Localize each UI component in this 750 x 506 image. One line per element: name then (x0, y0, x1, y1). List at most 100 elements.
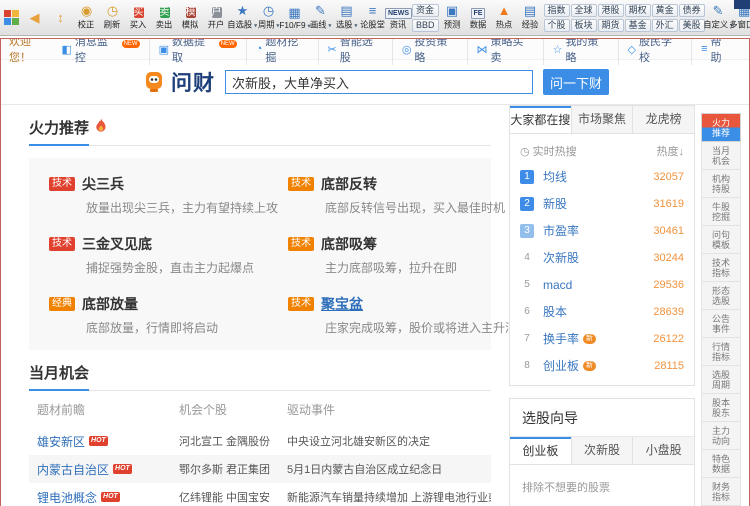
index-stock-button[interactable]: 指数个股 (544, 1, 570, 34)
refresh-button[interactable]: ◷刷新 (100, 1, 125, 34)
forecast-button[interactable]: ▣预测 (440, 1, 465, 34)
investor-school-icon: ◇ (628, 43, 636, 56)
sell-button[interactable]: 卖卖出 (152, 1, 177, 34)
strip-tab-10[interactable]: 股本股东 (701, 394, 741, 422)
index-stock-button-bottom[interactable]: 个股 (544, 19, 570, 32)
welcome-item-theme-mining[interactable]: ◔题材挖掘 (246, 38, 318, 65)
welcome-item-invest-strategy[interactable]: ◎投资策略 (392, 38, 467, 65)
hot-keyword[interactable]: 均线 (543, 168, 567, 185)
theme-text[interactable]: 雄安新区 (37, 433, 85, 450)
ask-wencai-button[interactable]: 问一下财 (543, 69, 609, 95)
funds-bbd-button-bottom[interactable]: BBD (412, 19, 439, 32)
hot-keyword[interactable]: 股本 (543, 303, 567, 320)
huoli-badge: 技术 (288, 177, 314, 191)
correct-button[interactable]: ◉校正 (74, 1, 99, 34)
strip-tab-12[interactable]: 特色数据 (701, 450, 741, 478)
huoli-item-title[interactable]: 尖三兵 (82, 174, 124, 194)
hk-futures-button-bottom[interactable]: 期货 (598, 19, 624, 32)
tab-wizard-2[interactable]: 小盘股 (632, 437, 694, 464)
bonds-us-button-top[interactable]: 债券 (679, 4, 705, 17)
hot-keyword[interactable]: 创业板 (543, 357, 579, 374)
experience-button[interactable]: ▤经验 (518, 1, 543, 34)
scroll-buttons[interactable]: ↕ (48, 1, 73, 34)
huoli-item-title[interactable]: 三金叉见底 (82, 234, 152, 254)
gold-forex-button[interactable]: 黄金外汇 (652, 1, 678, 34)
options-funds-button-bottom[interactable]: 基金 (625, 19, 651, 32)
global-sector-button-bottom[interactable]: 板块 (571, 19, 597, 32)
period-button[interactable]: ◷周期 ▾ (256, 1, 281, 34)
welcome-item-data-extract[interactable]: ▣数据提取NEW (149, 38, 246, 65)
welcome-item-message-monitor[interactable]: ◧消息监控NEW (52, 38, 148, 65)
strip-tab-4[interactable]: 问句模板 (701, 226, 741, 254)
hk-futures-button-top[interactable]: 港股 (598, 4, 624, 17)
f10-f9-button[interactable]: ▦F10/F9 ▾ (282, 1, 307, 34)
tab-hot-1[interactable]: 市场聚焦 (571, 106, 633, 133)
open-account-button[interactable]: 户开户 (204, 1, 229, 34)
strip-tab-0[interactable]: 火力推荐 (701, 113, 741, 142)
strip-tab-11[interactable]: 主力动向 (701, 422, 741, 450)
theme-text[interactable]: 锂电池概念 (37, 489, 97, 506)
watchlist-button[interactable]: ★自选股 ▾ (230, 1, 255, 34)
strip-tab-9[interactable]: 选股周期 (701, 366, 741, 394)
welcome-item-investor-school[interactable]: ◇股民学校 (618, 38, 692, 65)
index-stock-button-top[interactable]: 指数 (544, 4, 570, 17)
huoli-item-title[interactable]: 底部放量 (82, 294, 138, 314)
hot-keyword[interactable]: 换手率 (543, 330, 579, 347)
stocks-cell[interactable]: 亿纬锂能 中国宝安 (179, 489, 287, 505)
hotspot-button[interactable]: ▲热点 (492, 1, 517, 34)
tab-wizard-0[interactable]: 创业板 (510, 437, 571, 464)
strip-tab-13[interactable]: 财务指标 (701, 478, 741, 506)
welcome-item-smart-pick[interactable]: ✂智能选股 (318, 38, 392, 65)
funds-bbd-button-top[interactable]: 资金 (412, 4, 439, 17)
tab-hot-0[interactable]: 大家都在搜 (510, 106, 571, 133)
welcome-item-help[interactable]: ≡帮助 (691, 38, 741, 65)
strip-tab-1[interactable]: 当月机会 (701, 142, 741, 170)
customize-button[interactable]: ✎自定义 ▾ (706, 1, 731, 34)
funds-bbd-button[interactable]: 资金 BBD (412, 1, 439, 34)
bonds-us-button-bottom[interactable]: 美股 (679, 19, 705, 32)
options-funds-button[interactable]: 期权基金 (625, 1, 651, 34)
draw-line-button[interactable]: ✎画线 ▾ (308, 1, 333, 34)
global-sector-button[interactable]: 全球板块 (571, 1, 597, 34)
hot-keyword[interactable]: 市盈率 (543, 222, 579, 239)
stock-pick-button[interactable]: ▤选股 ▾ (334, 1, 359, 34)
strip-tab-2[interactable]: 机构持股 (701, 170, 741, 198)
forum-button[interactable]: ≡论股堂 (360, 1, 385, 34)
buy-button[interactable]: 买买入 (126, 1, 151, 34)
theme-link[interactable]: 雄安新区HOT (37, 433, 179, 450)
simulate-button[interactable]: 模模拟 (178, 1, 203, 34)
hot-keyword[interactable]: 新股 (543, 195, 567, 212)
strip-tab-line2: 周期 (712, 380, 730, 390)
tab-hot-2[interactable]: 龙虎榜 (632, 106, 694, 133)
gold-forex-button-bottom[interactable]: 外汇 (652, 19, 678, 32)
back-button[interactable]: ◀ (22, 1, 47, 34)
strip-tab-7[interactable]: 公告事件 (701, 310, 741, 338)
strip-tab-6[interactable]: 形态选股 (701, 282, 741, 310)
options-funds-button-top[interactable]: 期权 (625, 4, 651, 17)
search-input[interactable] (225, 70, 533, 94)
hot-keyword[interactable]: 次新股 (543, 249, 579, 266)
stocks-cell[interactable]: 河北宣工 金隅股份 (179, 433, 287, 449)
heat-sort[interactable]: 热度↓ (657, 143, 685, 159)
data-button[interactable]: FE数据 (466, 1, 491, 34)
hot-keyword[interactable]: macd (543, 278, 572, 292)
strip-tab-5[interactable]: 技术指标 (701, 254, 741, 282)
strip-tab-3[interactable]: 牛股挖掘 (701, 198, 741, 226)
global-sector-button-top[interactable]: 全球 (571, 4, 597, 17)
welcome-item-my-strategy[interactable]: ☆我的策略 (543, 38, 618, 65)
huoli-item-title[interactable]: 聚宝盆 (321, 294, 363, 314)
theme-link[interactable]: 锂电池概念HOT (37, 489, 179, 506)
app-logo[interactable] (4, 10, 19, 26)
welcome-item-strategy-trade[interactable]: ⋈策略买卖 (467, 38, 543, 65)
tab-wizard-1[interactable]: 次新股 (571, 437, 633, 464)
huoli-item-title[interactable]: 底部反转 (321, 174, 377, 194)
theme-link[interactable]: 内蒙古自治区HOT (37, 461, 179, 478)
strip-tab-8[interactable]: 行情指标 (701, 338, 741, 366)
stocks-cell[interactable]: 鄂尔多斯 君正集团 (179, 461, 287, 477)
hk-futures-button[interactable]: 港股期货 (598, 1, 624, 34)
news-button[interactable]: NEWS资讯 (386, 1, 411, 34)
gold-forex-button-top[interactable]: 黄金 (652, 4, 678, 17)
huoli-item-title[interactable]: 底部吸筹 (321, 234, 377, 254)
bonds-us-button[interactable]: 债券美股 (679, 1, 705, 34)
theme-text[interactable]: 内蒙古自治区 (37, 461, 109, 478)
